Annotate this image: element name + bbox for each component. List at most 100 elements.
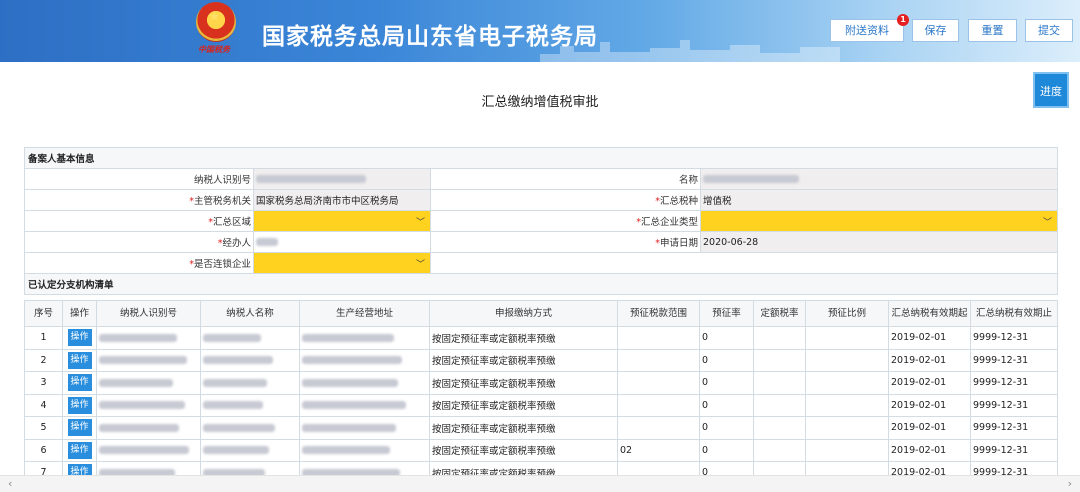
row-fixed-rate [753,416,806,440]
table-row: 6 操作 按固定预征率或定额税率预缴 02 0 2019-02-01 9999-12-31 [24,438,1058,462]
row-fixed-rate [753,393,806,417]
row-valid-from: 2019-02-01 [888,393,971,417]
attach-count-badge: 1 [897,14,909,26]
row-scope: 02 [617,438,700,462]
scroll-right-icon[interactable]: › [1068,476,1072,492]
submit-button[interactable]: 提交 [1025,19,1073,42]
row-ratio [805,416,889,440]
row-ratio [805,371,889,395]
col-rate: 预征率 [699,300,754,327]
col-valid-to: 汇总纳税有效期止 [970,300,1058,327]
row-operate-button[interactable]: 操作 [67,374,92,392]
row-op-cell: 操作 [62,416,97,440]
row-rate: 0 [699,348,754,372]
chevron-down-icon: ﹀ [1043,218,1053,228]
row-valid-from: 2019-02-01 [888,438,971,462]
handler-input[interactable] [253,231,431,253]
row-fixed-rate [753,438,806,462]
row-rate: 0 [699,371,754,395]
table-row: 5 操作 按固定预征率或定额税率预缴 0 2019-02-01 9999-12-31 [24,416,1058,440]
row-taxpayer-id [96,348,201,372]
row-taxpayer-id [96,371,201,395]
page-title: 汇总缴纳增值税审批 [481,95,599,110]
region-label: *汇总区域 [24,210,254,232]
row-seq: 2 [24,348,63,372]
row-valid-from: 2019-02-01 [888,416,971,440]
table-row: 3 操作 按固定预征率或定额税率预缴 0 2019-02-01 9999-12-31 [24,371,1058,395]
row-seq: 6 [24,438,63,462]
row-op-cell: 操作 [62,393,97,417]
row-ratio [805,348,889,372]
save-button[interactable]: 保存 [912,19,959,42]
row-address [299,393,430,417]
row-method: 按固定预征率或定额税率预缴 [429,438,618,462]
row-op-cell: 操作 [62,348,97,372]
attach-materials-button[interactable]: 附送资料 [830,19,904,42]
row-operate-button[interactable]: 操作 [67,419,92,437]
row-address [299,371,430,395]
table-row: 4 操作 按固定预征率或定额税率预缴 0 2019-02-01 9999-12-31 [24,393,1058,417]
row-valid-to: 9999-12-31 [970,438,1058,462]
row-op-cell: 操作 [62,326,97,350]
empty-cell [429,252,1059,274]
row-method: 按固定预征率或定额税率预缴 [429,416,618,440]
col-address: 生产经营地址 [299,300,430,327]
row-seq: 1 [24,326,63,350]
national-emblem-icon: ★ [196,2,236,42]
row-operate-button[interactable]: 操作 [67,329,92,347]
branch-list-section-title: 已认定分支机构清单 [23,273,1059,295]
reset-button[interactable]: 重置 [968,19,1017,42]
row-method: 按固定预征率或定额税率预缴 [429,348,618,372]
site-title: 国家税务总局山东省电子税务局 [262,24,598,50]
apply-date-value: 2020-06-28 [699,231,1059,253]
row-scope [617,326,700,350]
row-rate: 0 [699,438,754,462]
row-operate-button[interactable]: 操作 [67,351,92,369]
row-seq: 5 [24,416,63,440]
tax-type-value: 增值税 [699,189,1059,211]
col-taxpayer-name: 纳税人名称 [200,300,300,327]
filer-info-section-title: 备案人基本信息 [23,147,1059,169]
table-header-row: 序号 操作 纳税人识别号 纳税人名称 生产经营地址 申报缴纳方式 预征税款范围 … [24,300,1058,327]
row-ratio [805,438,889,462]
row-op-cell: 操作 [62,438,97,462]
col-ratio: 预征比例 [805,300,889,327]
tax-seal-logo: 中国税务 [198,44,230,54]
row-operate-button[interactable]: 操作 [67,441,92,459]
authority-label: *主管税务机关 [24,189,254,211]
taxpayer-id-value [253,168,431,190]
row-scope [617,371,700,395]
row-rate: 0 [699,326,754,350]
row-taxpayer-name [200,371,300,395]
authority-value: 国家税务总局济南市市中区税务局 [253,189,431,211]
apply-date-label: *申请日期 [430,231,701,253]
row-ratio [805,326,889,350]
col-seq: 序号 [24,300,63,327]
tax-type-label: *汇总税种 [430,189,701,211]
col-valid-from: 汇总纳税有效期起 [888,300,971,327]
enterprise-type-select[interactable]: ﹀ [699,210,1059,232]
row-taxpayer-name [200,348,300,372]
handler-label: *经办人 [24,231,254,253]
table-row: 1 操作 按固定预征率或定额税率预缴 0 2019-02-01 9999-12-31 [24,326,1058,350]
scroll-left-icon[interactable]: ‹ [8,476,12,492]
taxpayer-id-label: 纳税人识别号 [24,168,254,190]
row-valid-to: 9999-12-31 [970,416,1058,440]
name-label: 名称 [430,168,701,190]
row-ratio [805,393,889,417]
row-fixed-rate [753,371,806,395]
row-operate-button[interactable]: 操作 [67,396,92,414]
row-valid-to: 9999-12-31 [970,371,1058,395]
row-valid-to: 9999-12-31 [970,326,1058,350]
row-fixed-rate [753,326,806,350]
row-scope [617,393,700,417]
row-address [299,326,430,350]
row-method: 按固定预征率或定额税率预缴 [429,393,618,417]
row-method: 按固定预征率或定额税率预缴 [429,371,618,395]
row-rate: 0 [699,393,754,417]
region-select[interactable]: ﹀ [253,210,431,232]
chain-enterprise-select[interactable]: ﹀ [253,252,431,274]
row-taxpayer-name [200,438,300,462]
horizontal-scrollbar[interactable]: ‹ › [0,475,1080,492]
chevron-down-icon: ﹀ [415,260,425,270]
